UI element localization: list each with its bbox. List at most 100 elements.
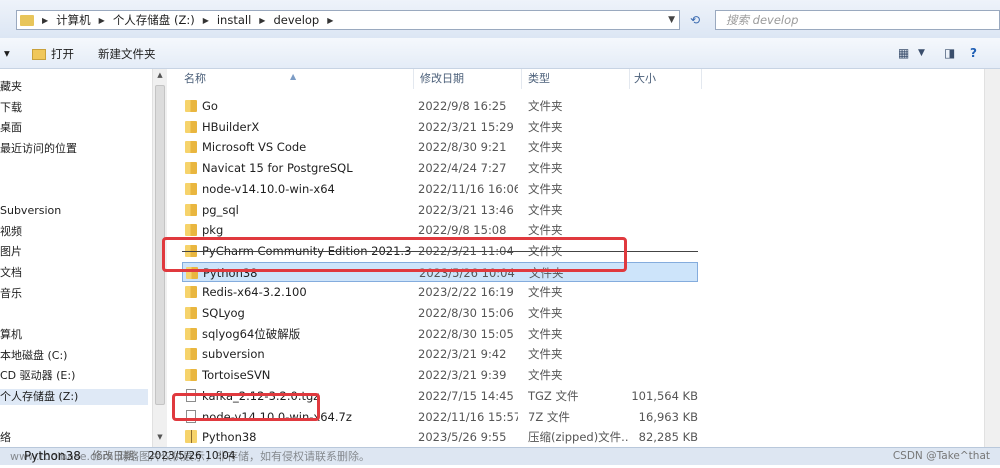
column-type-label: 类型	[528, 72, 550, 85]
nav-item-documents[interactable]: 文档	[0, 265, 22, 281]
file-type: TGZ 文件	[528, 388, 579, 403]
preview-pane-icon[interactable]: ◨	[944, 44, 955, 62]
chevron-right-icon: ▶	[259, 15, 266, 25]
column-header-type[interactable]: 类型	[522, 69, 630, 89]
breadcrumb-install[interactable]: install	[217, 13, 251, 27]
file-list-scrollbar[interactable]	[984, 69, 1000, 447]
folder-icon	[185, 100, 197, 112]
file-type: 文件夹	[528, 119, 563, 134]
breadcrumb-develop[interactable]: develop	[273, 13, 319, 27]
file-type: 文件夹	[528, 181, 563, 196]
file-size: 101,564 KB	[631, 388, 698, 403]
breadcrumb-drive-z[interactable]: 个人存储盘 (Z:)	[113, 12, 195, 28]
nav-item-videos[interactable]: 视频	[0, 224, 22, 240]
column-header-name[interactable]: 名称 ▲	[166, 69, 414, 89]
file-name: node-v14.10.0-win-x64	[202, 181, 335, 196]
file-row[interactable]: Go 2022/9/8 16:25 文件夹	[182, 96, 698, 116]
organize-chevron-icon[interactable]: ▾	[4, 46, 10, 60]
file-name: Microsoft VS Code	[202, 140, 307, 155]
chevron-right-icon: ▶	[42, 15, 49, 25]
refresh-button[interactable]: ⟲	[685, 11, 705, 29]
file-date: 2022/8/30 15:05	[418, 326, 514, 341]
scroll-down-icon[interactable]: ▼	[153, 433, 167, 441]
file-row[interactable]: Python38 2023/5/26 9:55 压缩(zipped)文件... 82,…	[182, 427, 698, 447]
folder-icon	[20, 14, 34, 26]
file-type: 7Z 文件	[528, 409, 570, 424]
folder-icon	[185, 182, 197, 195]
file-name: Python38	[202, 430, 257, 445]
credit-text: CSDN @Take^that	[892, 450, 990, 462]
chevron-right-icon: ▶	[98, 15, 105, 25]
sort-ascending-icon: ▲	[290, 72, 297, 81]
nav-item-personal-drive-z[interactable]: 个人存储盘 (Z:)	[0, 389, 148, 405]
open-button[interactable]: 打开	[32, 46, 74, 62]
file-name: Navicat 15 for PostgreSQL	[202, 161, 353, 176]
file-type: 文件夹	[528, 347, 563, 362]
file-row[interactable]: node-v14.10.0-win-x64 2022/11/16 16:06 文件夹	[182, 179, 698, 199]
folder-icon	[185, 224, 197, 237]
file-date: 2022/11/16 16:06	[418, 181, 518, 196]
folder-icon	[185, 286, 197, 299]
file-row[interactable]: Redis-x64-3.2.100 2023/2/22 16:19 文件夹	[182, 282, 698, 302]
folder-icon	[185, 369, 197, 382]
help-icon[interactable]: ?	[970, 44, 977, 62]
file-date: 2022/8/30 9:21	[418, 140, 507, 155]
column-header-size[interactable]: 大小	[630, 69, 702, 89]
nav-item-pictures[interactable]: 图片	[0, 244, 22, 260]
address-bar[interactable]: ▶ 计算机 ▶ 个人存储盘 (Z:) ▶ install ▶ develop ▶ ▼	[16, 10, 680, 30]
file-type: 文件夹	[528, 368, 563, 383]
file-row[interactable]: Navicat 15 for PostgreSQL 2022/4/24 7:27 文…	[182, 158, 698, 178]
scroll-up-icon[interactable]: ▲	[153, 71, 167, 79]
file-name: pg_sql	[202, 202, 239, 217]
file-row[interactable]: sqlyog64位破解版 2022/8/30 15:05 文件夹	[182, 324, 698, 344]
folder-icon	[185, 120, 197, 133]
view-dropdown-icon[interactable]: ▼	[918, 44, 925, 62]
nav-item-music[interactable]: 音乐	[0, 286, 22, 302]
folder-icon	[185, 348, 197, 361]
file-row[interactable]: subversion 2022/3/21 9:42 文件夹	[182, 344, 698, 364]
file-date: 2022/3/21 15:29	[418, 119, 514, 134]
chevron-down-icon[interactable]: ▼	[668, 15, 675, 25]
chevron-right-icon: ▶	[202, 15, 209, 25]
nav-item-downloads[interactable]: 下载	[0, 100, 22, 116]
file-type: 文件夹	[528, 202, 563, 217]
highlight-python38-zip	[172, 393, 320, 421]
file-size: 16,963 KB	[638, 409, 698, 424]
file-date: 2022/4/24 7:27	[418, 161, 507, 176]
nav-item-favorites[interactable]: 藏夹	[0, 79, 22, 95]
file-date: 2022/3/21 9:42	[418, 347, 507, 362]
folder-icon	[185, 141, 197, 154]
status-date-label: 修改日期:	[92, 450, 138, 462]
file-name: HBuilderX	[202, 119, 260, 134]
breadcrumb-computer[interactable]: 计算机	[56, 12, 91, 28]
nav-item-subversion[interactable]: Subversion	[0, 203, 61, 219]
file-name: Redis-x64-3.2.100	[202, 285, 307, 300]
file-name: Go	[202, 99, 218, 113]
nav-item-desktop[interactable]: 桌面	[0, 120, 22, 136]
folder-icon	[185, 203, 197, 216]
folder-icon	[185, 162, 197, 175]
chevron-right-icon: ▶	[327, 15, 334, 25]
column-header-date[interactable]: 修改日期	[414, 69, 522, 89]
zip-icon	[185, 430, 197, 444]
column-size-label: 大小	[634, 72, 656, 85]
file-row[interactable]: pg_sql 2022/3/21 13:46 文件夹	[182, 200, 698, 220]
file-row[interactable]: Microsoft VS Code 2022/8/30 9:21 文件夹	[182, 137, 698, 157]
file-type: 文件夹	[528, 306, 563, 320]
nav-item-local-disk-c[interactable]: 本地磁盘 (C:)	[0, 348, 67, 364]
file-type: 文件夹	[528, 285, 563, 300]
view-options-icon[interactable]: ▦	[898, 44, 909, 62]
nav-item-recent-places[interactable]: 最近访问的位置	[0, 141, 77, 157]
search-input[interactable]: 搜索 develop	[715, 10, 1000, 30]
nav-item-computer[interactable]: 算机	[0, 327, 22, 343]
file-name: sqlyog64位破解版	[202, 326, 301, 341]
file-row[interactable]: TortoiseSVN 2022/3/21 9:39 文件夹	[182, 365, 698, 385]
new-folder-button[interactable]: 新建文件夹	[98, 46, 156, 62]
nav-item-network[interactable]: 络	[0, 430, 11, 446]
file-date: 2022/9/8 16:25	[418, 99, 507, 113]
file-row[interactable]: HBuilderX 2022/3/21 15:29 文件夹	[182, 117, 698, 137]
nav-item-cd-drive-e[interactable]: CD 驱动器 (E:)	[0, 368, 75, 384]
file-date: 2023/2/22 16:19	[418, 285, 514, 300]
file-type: 文件夹	[528, 326, 563, 341]
file-row[interactable]: SQLyog 2022/8/30 15:06 文件夹	[182, 303, 698, 323]
